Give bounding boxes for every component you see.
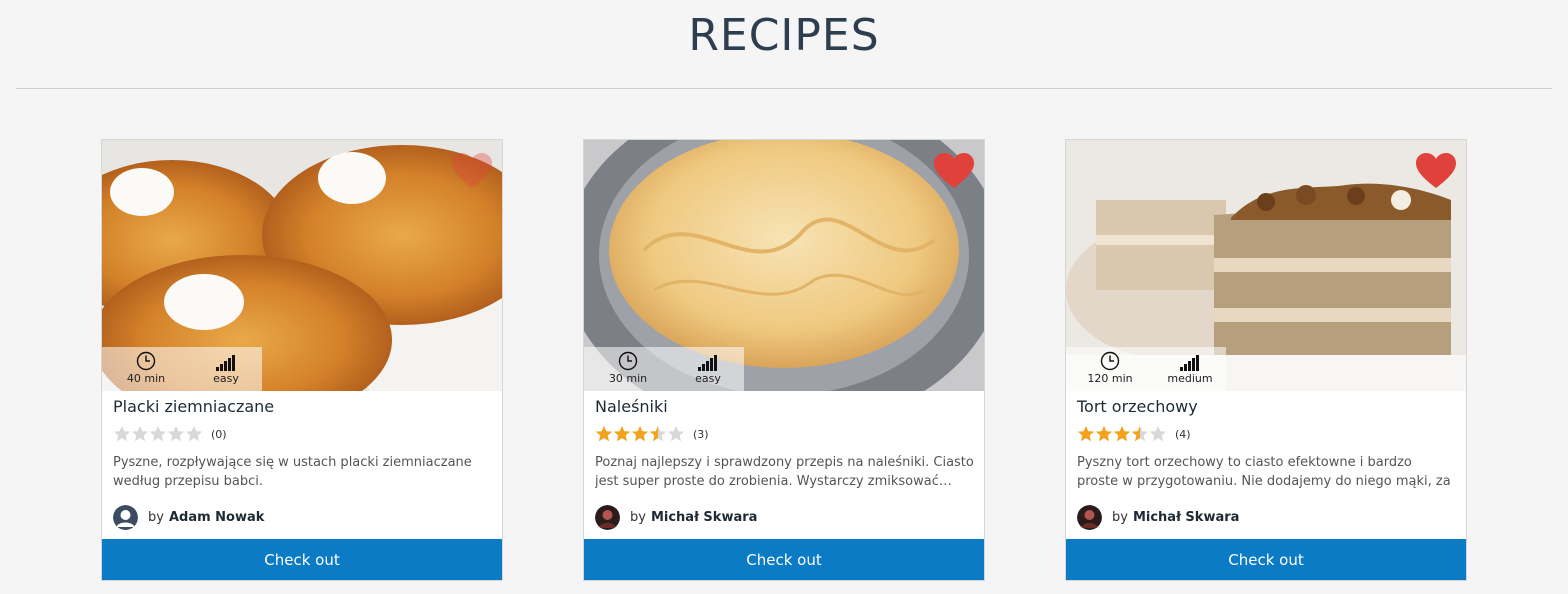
author: by Adam Nowak — [113, 504, 264, 530]
prep-time-label: 120 min — [1087, 372, 1133, 385]
favorite-heart-icon[interactable] — [451, 152, 493, 190]
star-filled-icon — [613, 425, 631, 442]
author-name[interactable]: Michał Skwara — [1133, 510, 1239, 525]
recipe-card: 120 min medium Tort orzechowy (4) Pyszny… — [1065, 139, 1467, 581]
recipe-meta-panel: 120 min medium — [1066, 347, 1226, 391]
recipe-photo: 40 min easy — [102, 140, 502, 391]
avatar — [595, 504, 620, 530]
prep-time-label: 40 min — [126, 372, 166, 385]
rating-stars — [595, 425, 685, 443]
favorite-heart-icon[interactable] — [933, 152, 975, 190]
star-filled-icon — [1077, 425, 1095, 442]
check-out-button[interactable]: Check out — [102, 539, 502, 580]
star-half-icon — [1131, 425, 1149, 442]
clock-icon — [618, 351, 638, 371]
star-filled-icon — [595, 425, 613, 442]
difficulty: easy — [186, 351, 266, 386]
rating: (0) — [113, 425, 227, 443]
rating-stars — [1077, 425, 1167, 443]
recipe-title: Placki ziemniaczane — [113, 397, 275, 416]
difficulty-bars-icon — [1180, 355, 1199, 371]
favorite-heart-icon[interactable] — [1415, 152, 1457, 190]
rating-count: (0) — [211, 427, 227, 441]
rating-count: (3) — [693, 427, 709, 441]
difficulty-label: medium — [1167, 372, 1213, 385]
star-filled-icon — [1113, 425, 1131, 442]
recipe-card: 40 min easy Placki ziemniaczane (0) Pysz… — [101, 139, 503, 581]
recipe-meta-panel: 30 min easy — [584, 347, 744, 391]
author-name[interactable]: Michał Skwara — [651, 510, 757, 525]
star-empty-icon — [667, 425, 685, 442]
rating: (4) — [1077, 425, 1191, 443]
recipe-description: Poznaj najlepszy i sprawdzony przepis na… — [595, 455, 974, 489]
author: by Michał Skwara — [1077, 504, 1239, 530]
author-prefix: by — [630, 509, 646, 525]
prep-time: 40 min — [106, 351, 186, 386]
recipe-description: Pyszny tort orzechowy to ciasto efektown… — [1077, 455, 1451, 489]
recipe-photo: 120 min medium — [1066, 140, 1466, 391]
star-empty-icon — [113, 425, 131, 442]
difficulty-bars-icon — [698, 355, 717, 371]
star-filled-icon — [631, 425, 649, 442]
star-filled-icon — [1095, 425, 1113, 442]
star-empty-icon — [1149, 425, 1167, 442]
star-empty-icon — [185, 425, 203, 442]
author-prefix: by — [148, 509, 164, 525]
page-title: RECIPES — [688, 10, 880, 61]
star-empty-icon — [131, 425, 149, 442]
recipe-title: Tort orzechowy — [1077, 397, 1198, 416]
prep-time-label: 30 min — [608, 372, 648, 385]
check-out-button[interactable]: Check out — [1066, 539, 1466, 580]
prep-time: 120 min — [1070, 351, 1150, 386]
clock-icon — [1100, 351, 1120, 371]
recipe-photo: 30 min easy — [584, 140, 984, 391]
difficulty: easy — [668, 351, 748, 386]
clock-icon — [136, 351, 156, 371]
rating-count: (4) — [1175, 427, 1191, 441]
recipe-title: Naleśniki — [595, 397, 668, 416]
rating: (3) — [595, 425, 709, 443]
title-divider — [16, 88, 1552, 89]
rating-stars — [113, 425, 203, 443]
avatar — [113, 504, 138, 530]
recipe-card: 30 min easy Naleśniki (3) Poznaj najleps… — [583, 139, 985, 581]
author-name[interactable]: Adam Nowak — [169, 510, 264, 525]
recipe-meta-panel: 40 min easy — [102, 347, 262, 391]
difficulty-label: easy — [695, 372, 721, 385]
recipe-description: Pyszne, rozpływające się w ustach placki… — [113, 455, 472, 489]
difficulty-label: easy — [213, 372, 239, 385]
difficulty: medium — [1150, 351, 1230, 386]
author-prefix: by — [1112, 509, 1128, 525]
prep-time: 30 min — [588, 351, 668, 386]
star-half-icon — [649, 425, 667, 442]
difficulty-bars-icon — [216, 355, 235, 371]
avatar — [1077, 504, 1102, 530]
check-out-button[interactable]: Check out — [584, 539, 984, 580]
author: by Michał Skwara — [595, 504, 757, 530]
star-empty-icon — [149, 425, 167, 442]
star-empty-icon — [167, 425, 185, 442]
